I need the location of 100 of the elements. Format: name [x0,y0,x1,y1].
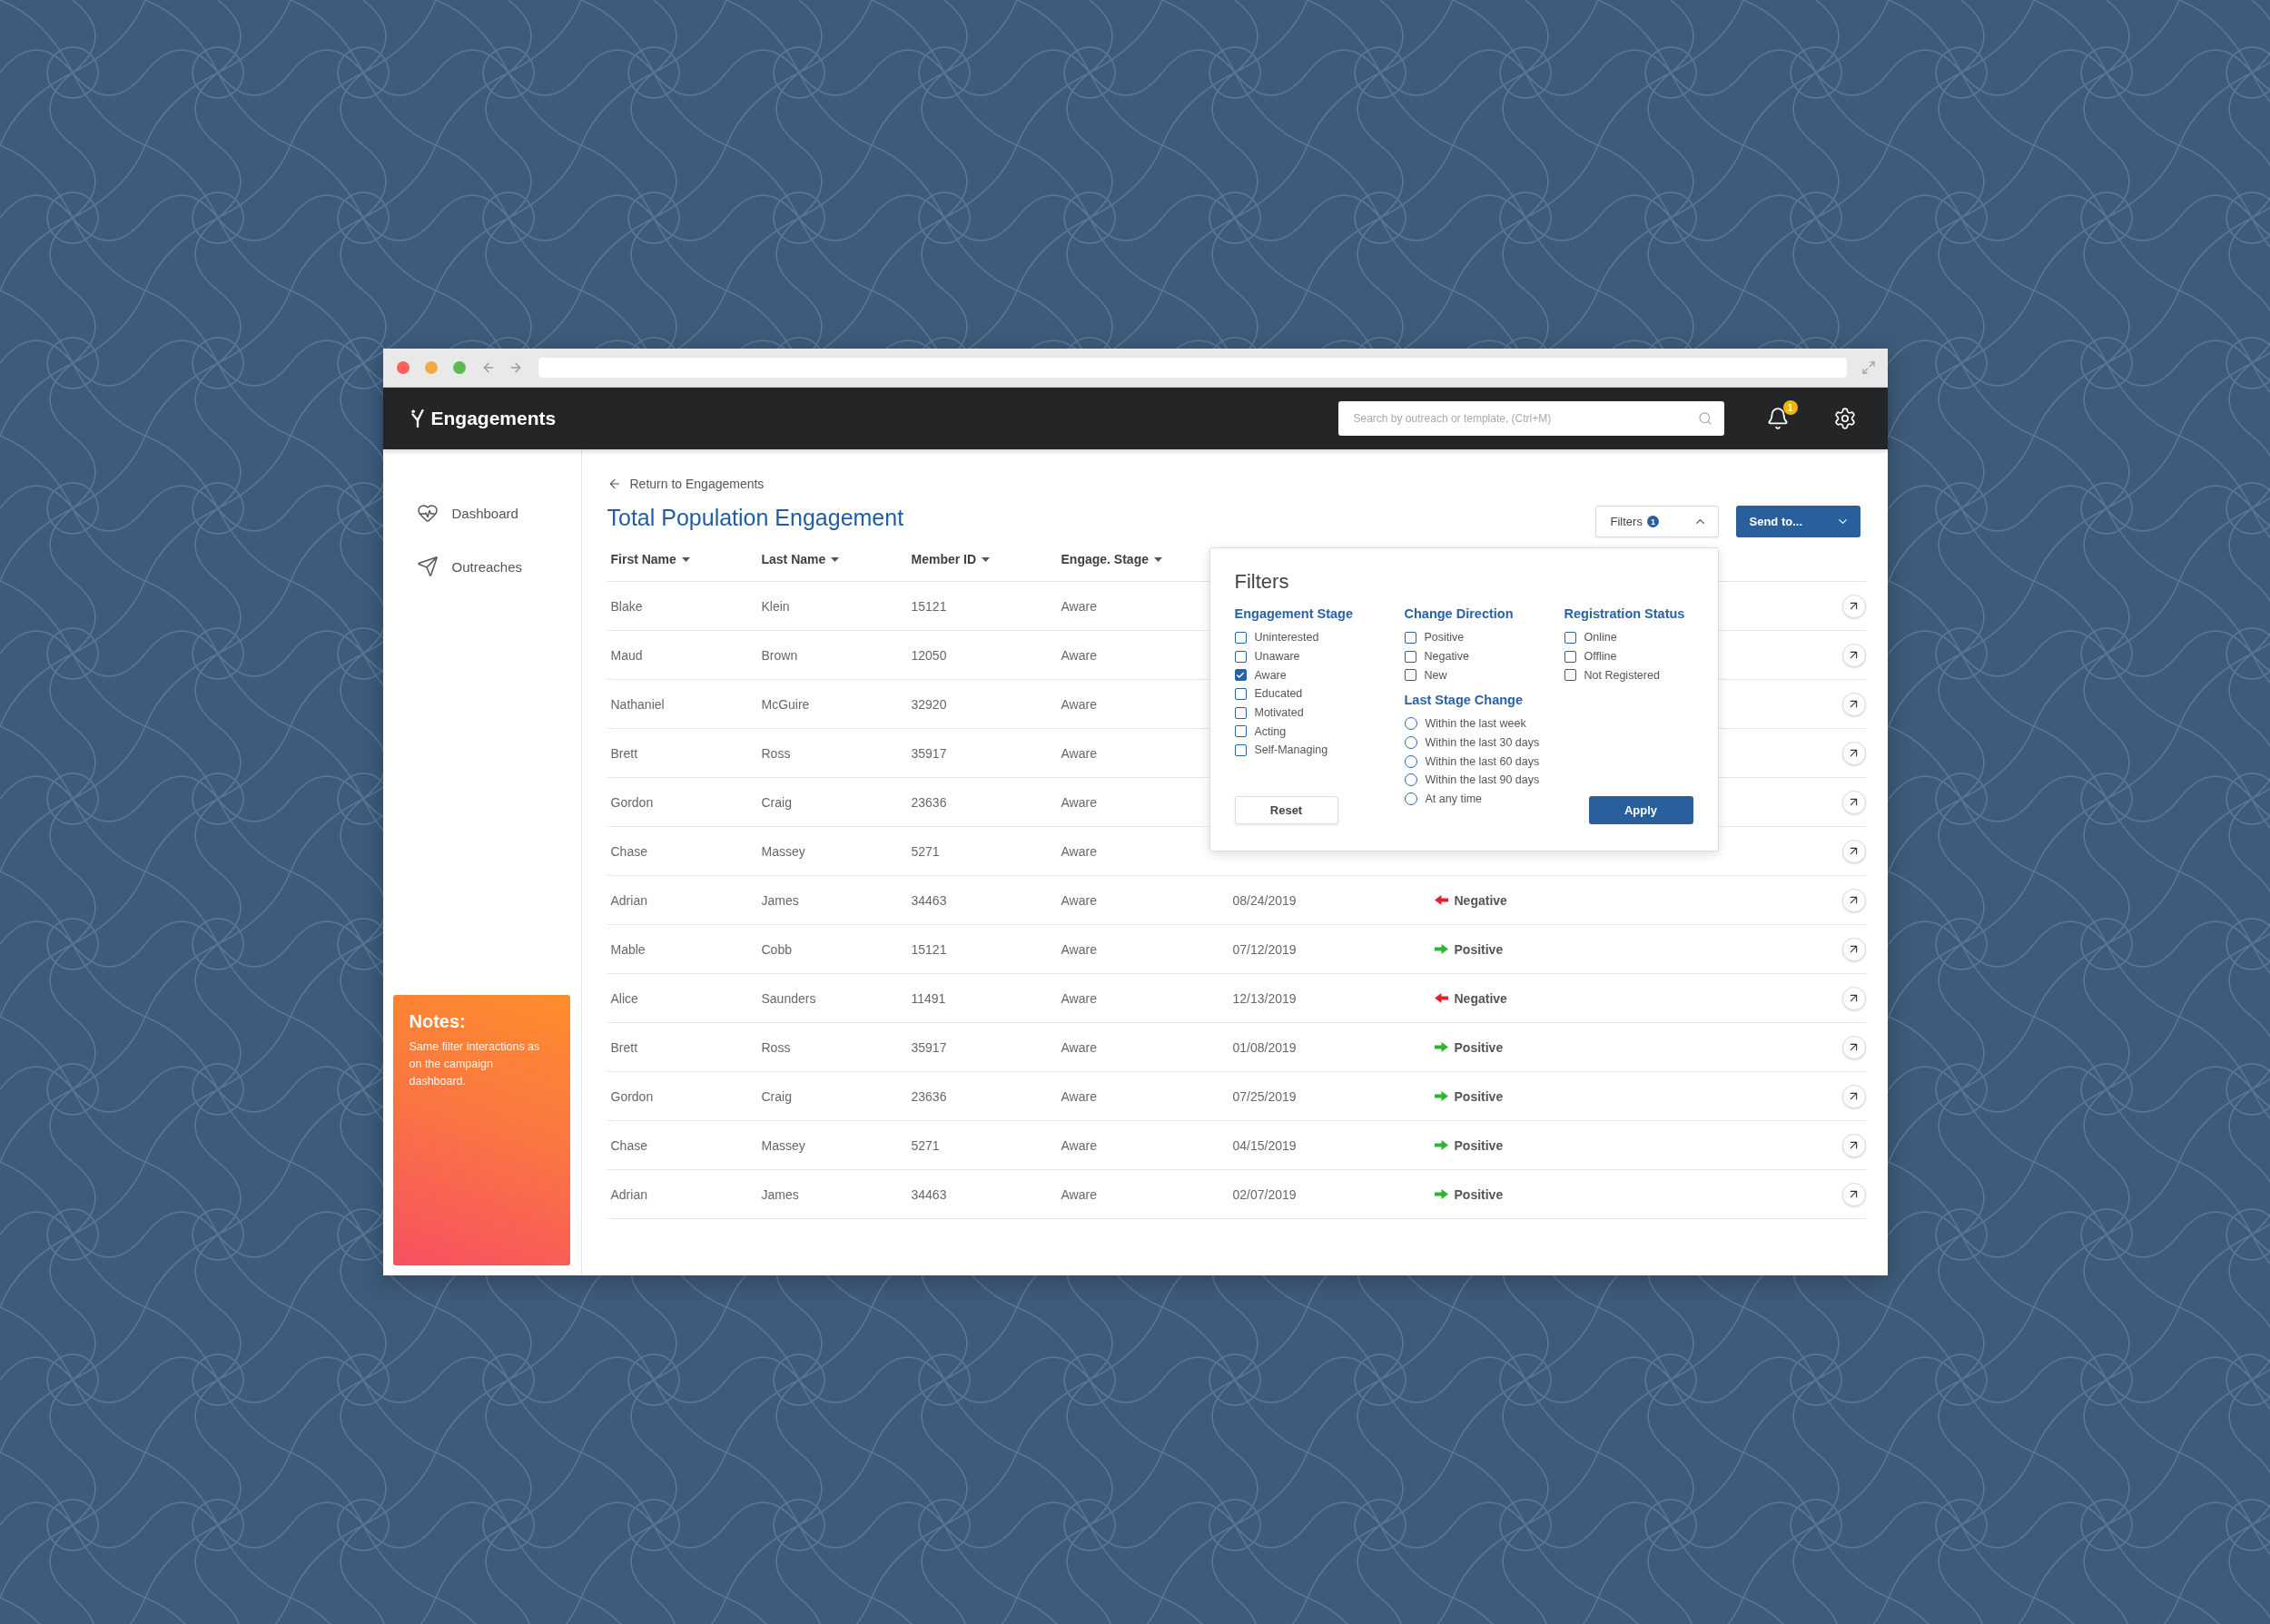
table-cell: Aware [1061,941,1097,957]
back-link[interactable]: Return to Engagements [607,475,765,493]
sidebar-item[interactable]: Outreaches [392,550,569,583]
checkbox[interactable] [1234,631,1247,644]
option-label: At any time [1425,792,1483,806]
table-cell: Aware [1061,892,1097,908]
search-icon [1697,411,1712,426]
search-field[interactable]: Search by outreach or template, (Ctrl+M) [1337,401,1724,436]
table-cell: Gordon [610,794,654,810]
table-cell: 5271 [911,1137,940,1153]
checkbox[interactable] [1234,743,1247,756]
option-label: Acting [1254,724,1287,738]
option-label: Aware [1254,668,1287,682]
table-cell: Aware [1061,843,1097,859]
table-cell: Klein [761,598,790,614]
checkbox[interactable] [1564,631,1576,644]
traffic-light-icon[interactable] [396,361,410,374]
table-cell: Ross [761,1039,791,1055]
open-row-button[interactable] [1841,1182,1866,1206]
table-cell: Brown [761,647,798,663]
table-cell: Chase [610,843,647,859]
table-cell: Aware [1061,1088,1097,1104]
column-header[interactable]: Last Name [761,552,840,566]
open-row-button[interactable] [1841,594,1866,618]
table-cell: Adrian [610,892,647,908]
table-cell: Aware [1061,598,1097,614]
table-cell: Aware [1061,1137,1097,1153]
apply-button[interactable]: Apply [1588,796,1693,824]
notes-title: Notes: [409,1010,467,1033]
app-title: Engagements [430,408,557,429]
option-label: Self-Managing [1254,743,1328,757]
settings-button[interactable] [1832,407,1857,430]
checkbox[interactable] [1234,687,1247,700]
open-row-button[interactable] [1841,1133,1866,1157]
radio-button[interactable] [1404,773,1417,787]
table-cell: 34463 [911,1186,947,1202]
table-cell: Brett [610,1039,638,1055]
checkbox[interactable] [1234,706,1247,719]
table-cell: Massey [761,1137,805,1153]
caret-down-icon [1153,556,1162,562]
table-cell: 35917 [911,1039,947,1055]
option-label: Unaware [1254,650,1300,664]
table-cell: Aware [1061,696,1097,712]
table-cell: Brett [610,745,638,761]
column-header[interactable]: Engage. Stage [1061,552,1162,566]
open-row-button[interactable] [1841,790,1866,814]
table-cell: Negative [1454,990,1507,1006]
radio-button[interactable] [1404,717,1417,731]
open-row-button[interactable] [1841,839,1866,863]
table-cell: Adrian [610,1186,647,1202]
filters-button[interactable]: Filters 1 [1594,506,1719,537]
column-header[interactable]: First Name [610,552,690,566]
open-row-button[interactable] [1841,692,1866,716]
send-to-button[interactable]: Send to... [1735,506,1860,537]
checkbox[interactable] [1234,725,1247,738]
table-cell: 02/07/2019 [1232,1186,1297,1202]
checkbox[interactable] [1564,669,1576,682]
checkbox[interactable] [1404,631,1416,644]
table-cell: Aware [1061,990,1097,1006]
table-cell: James [761,892,799,908]
table-cell: Craig [761,794,792,810]
option-label: Within the last week [1425,717,1526,731]
table-cell: Ross [761,745,791,761]
open-row-button[interactable] [1841,1035,1866,1059]
table-cell: Positive [1454,1186,1504,1202]
radio-button[interactable] [1404,754,1417,768]
arrow-right-icon [1434,1091,1448,1101]
table-cell: Positive [1454,941,1504,957]
filters-panel-title: Filters [1234,570,1290,594]
table-cell: Saunders [761,990,816,1006]
radio-button[interactable] [1404,792,1417,806]
caret-down-icon [681,556,690,562]
radio-button[interactable] [1404,736,1417,750]
open-row-button[interactable] [1841,643,1866,667]
reset-button[interactable]: Reset [1234,796,1338,824]
filter-count-badge: 1 [1646,516,1659,527]
table-cell: 23636 [911,794,947,810]
option-label: New [1424,668,1447,682]
checkbox[interactable] [1404,650,1416,663]
option-label: Within the last 60 days [1425,754,1540,768]
bell-icon [1765,407,1790,430]
open-row-button[interactable] [1841,937,1866,961]
sidebar-item[interactable]: Dashboard [392,497,569,529]
checkbox[interactable] [1234,669,1247,682]
open-row-button[interactable] [1841,741,1866,765]
open-row-button[interactable] [1841,1084,1866,1108]
open-row-button[interactable] [1841,888,1866,912]
table-cell: Gordon [610,1088,654,1104]
checkbox[interactable] [1564,650,1576,663]
checkbox[interactable] [1404,669,1416,682]
arrow-left-icon [1434,895,1448,905]
column-header[interactable]: Member ID [911,552,991,566]
option-label: Within the last 30 days [1425,736,1540,750]
table-cell: 12/13/2019 [1232,990,1297,1006]
checkbox[interactable] [1234,650,1247,663]
open-row-button[interactable] [1841,986,1866,1010]
table-cell: Aware [1061,745,1097,761]
table-cell: Positive [1454,1039,1504,1055]
table-cell: Chase [610,1137,647,1153]
option-label: Positive [1424,631,1465,645]
